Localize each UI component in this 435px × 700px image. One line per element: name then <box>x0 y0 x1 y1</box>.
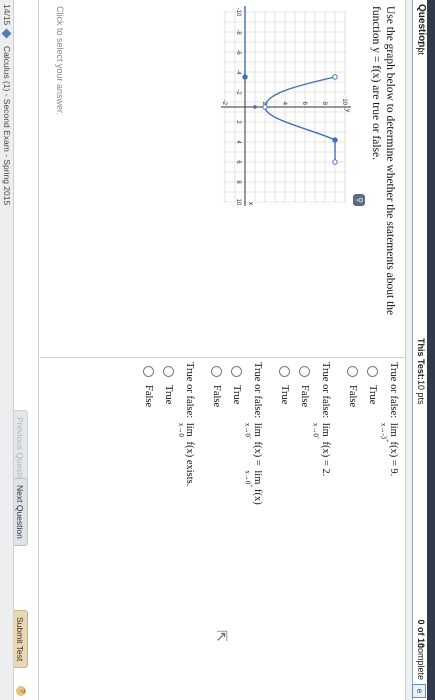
complete-label: complete <box>416 643 426 680</box>
function-curve <box>244 6 336 162</box>
x-tick-label: -2 <box>235 89 241 95</box>
question-counter: 14/15 <box>2 4 12 26</box>
statement-prefix: True or false: <box>184 362 195 419</box>
statement-prefix: True or false: <box>252 362 263 419</box>
radio-button[interactable] <box>346 366 358 377</box>
option-false-3[interactable]: False <box>210 366 222 407</box>
statement-1: True or false: lim x→-3+ f(x) = 9. <box>379 362 399 477</box>
x-tick-label: -8 <box>235 29 241 35</box>
statement-expr-2: f(x) <box>252 489 263 505</box>
limit-expression-2: lim x→0+ <box>243 470 263 488</box>
option-false-1[interactable]: False <box>346 366 358 407</box>
limit-expression: lim x→0 <box>177 422 195 437</box>
statement-3: True or false: lim x→0- f(x) = lim x→0+ … <box>243 362 263 505</box>
question-pane: Use the graph below to determine whether… <box>40 0 405 355</box>
radio-button[interactable] <box>210 366 222 377</box>
test-label: This Test: <box>416 338 426 380</box>
statement-2: True or false: lim x→0- f(x) = 2. <box>311 362 331 477</box>
open-dot <box>262 104 268 110</box>
statement-expr: f(x) = 2. <box>320 441 331 477</box>
top-strip <box>427 0 435 700</box>
filled-dot <box>332 137 338 143</box>
radio-button[interactable] <box>366 366 378 377</box>
statement-expr: f(x) exists. <box>184 441 195 487</box>
x-tick-label: -10 <box>235 8 241 17</box>
pane-divider <box>40 357 405 358</box>
option-false-2[interactable]: False <box>298 366 310 407</box>
y-tick-label: 10 <box>341 98 347 105</box>
statement-prefix: True or false: <box>388 362 399 419</box>
radio-button[interactable] <box>298 366 310 377</box>
radio-button[interactable] <box>278 366 290 377</box>
question-text: Use the graph below to determine whether… <box>370 6 396 316</box>
help-icon[interactable]: ? <box>16 686 26 696</box>
option-true-3[interactable]: True <box>230 366 242 404</box>
diamond-icon <box>1 28 12 39</box>
x-axis-label: x <box>247 201 255 206</box>
option-false-4[interactable]: False <box>142 366 154 407</box>
function-graph: y x -10 -8 -6 -4 -2 2 4 6 8 10 10 8 6 4 … <box>221 6 352 206</box>
footer-bar: 14/15 Calculus (1) - Second Exam - Sprin… <box>0 0 14 700</box>
next-question-button[interactable]: Next Question <box>12 478 28 546</box>
y-tick-label: 4 <box>281 102 287 106</box>
question-header: Question: 1 pt This Test: 10 pts 0 of 10… <box>412 0 427 700</box>
x-tick-label: 10 <box>235 199 241 206</box>
limit-expression: lim x→0- <box>311 422 331 439</box>
submit-test-button[interactable]: Submit Test <box>12 610 28 669</box>
option-true-2[interactable]: True <box>278 366 290 404</box>
x-tick-label: -4 <box>235 69 241 75</box>
question-points: 1 pt <box>416 40 426 56</box>
e-icon[interactable]: e <box>412 684 426 698</box>
x-tick-label: 4 <box>235 140 241 144</box>
answer-pane: True or false: lim x→-3+ f(x) = 9. True … <box>40 362 405 692</box>
y-tick-label: 8 <box>321 102 327 106</box>
x-tick-label: 8 <box>235 180 241 184</box>
x-tick-label: 6 <box>235 160 241 164</box>
limit-expression: lim x→0- <box>243 422 263 439</box>
option-true-1[interactable]: True <box>366 366 378 404</box>
test-points: 10 pts <box>416 380 426 405</box>
filled-dot <box>242 74 248 80</box>
statement-prefix: True or false: <box>320 362 331 419</box>
filled-dot <box>253 105 257 109</box>
y-tick-label: 6 <box>301 102 307 106</box>
limit-expression: lim x→-3+ <box>379 422 399 443</box>
x-tick-label: 2 <box>235 120 241 124</box>
open-dot <box>332 74 338 80</box>
open-dot <box>332 159 338 165</box>
toolbar-strip <box>405 0 412 700</box>
photo-stage: Question: 1 pt This Test: 10 pts 0 of 10… <box>0 0 435 700</box>
radio-button[interactable] <box>142 366 154 377</box>
test-page: Question: 1 pt This Test: 10 pts 0 of 10… <box>0 0 435 700</box>
mouse-cursor-icon: ⇱ <box>213 630 228 642</box>
radio-button[interactable] <box>162 366 174 377</box>
hint-text: Click to select your answer. <box>55 6 65 116</box>
radio-button[interactable] <box>230 366 242 377</box>
option-true-4[interactable]: True <box>162 366 174 404</box>
test-title: Calculus (1) - Second Exam - Spring 2015 <box>2 46 12 206</box>
x-tick-label: -6 <box>235 49 241 55</box>
statement-expr: f(x) = 9. <box>388 441 399 477</box>
y-tick-label: -2 <box>221 100 227 106</box>
statement-expr: f(x) = <box>252 441 263 466</box>
statement-4: True or false: lim x→0 f(x) exists. <box>177 362 195 487</box>
